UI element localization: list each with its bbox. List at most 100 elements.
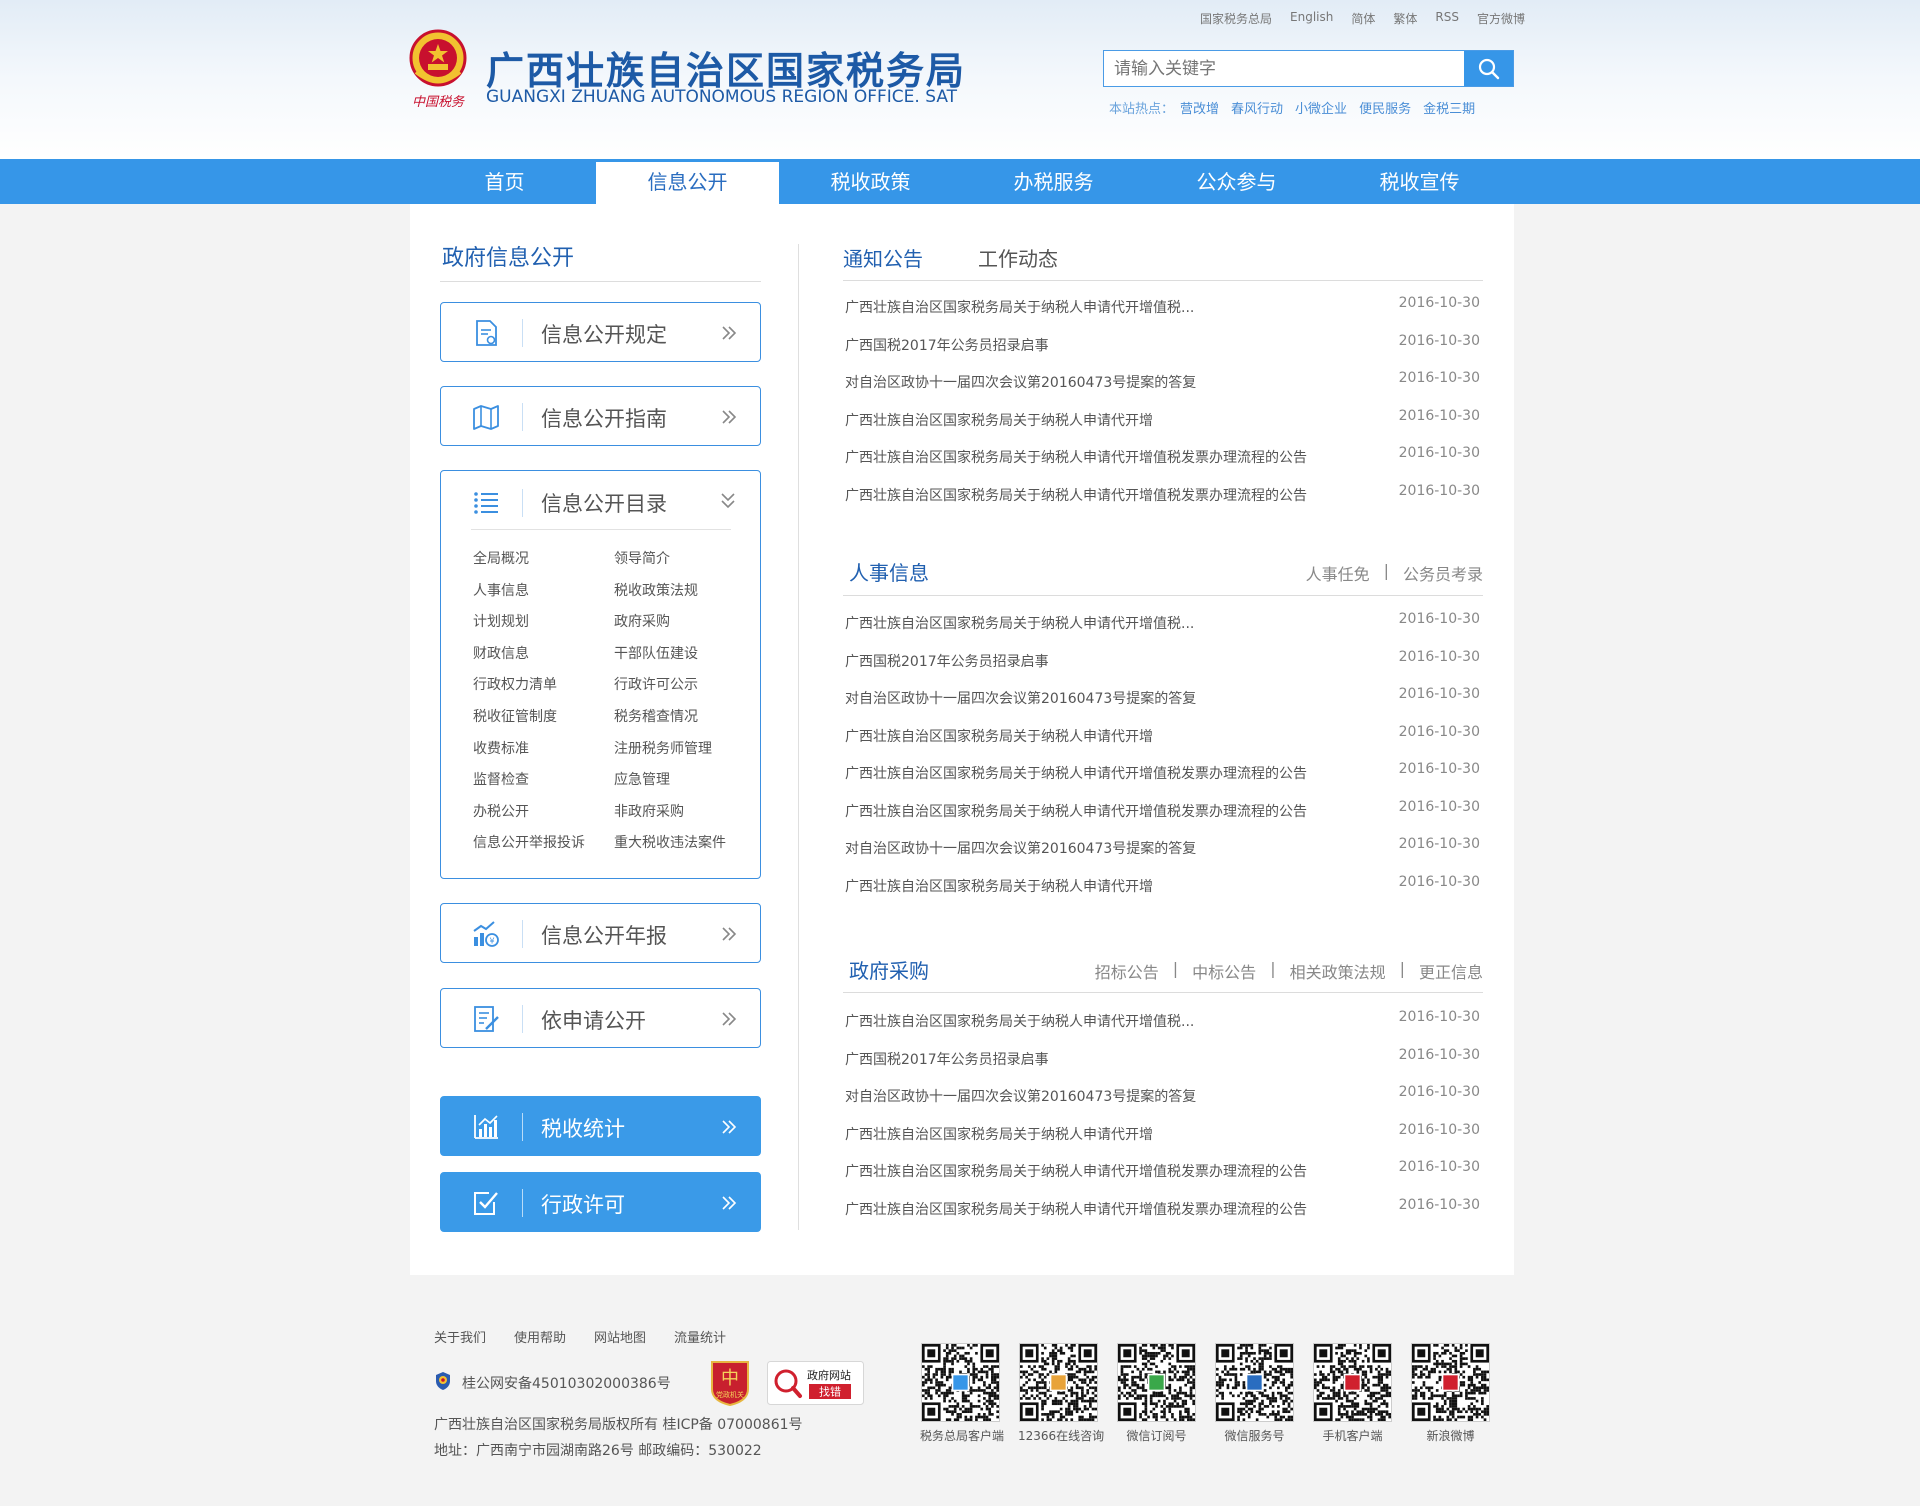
list-item[interactable]: 广西壮族自治区国家税务局关于纳税人申请代开增值税发票办理流程的公告 2016-10… bbox=[845, 476, 1483, 514]
catalog-item[interactable]: 干部队伍建设 bbox=[614, 645, 743, 663]
qr-item[interactable]: 税务总局客户端 bbox=[920, 1343, 1004, 1444]
footer-link[interactable]: 使用帮助 bbox=[514, 1327, 566, 1346]
section-link[interactable]: 人事任免 bbox=[1306, 561, 1370, 585]
catalog-item[interactable]: 税收政策法规 bbox=[614, 582, 743, 600]
qr-item[interactable]: 新浪微博 bbox=[1410, 1343, 1491, 1444]
list-item[interactable]: 广西壮族自治区国家税务局关于纳税人申请代开增值税发票办理流程的公告 2016-10… bbox=[845, 754, 1483, 792]
footer-link[interactable]: 网站地图 bbox=[594, 1327, 646, 1346]
catalog-item[interactable]: 重大税收违法案件 bbox=[614, 834, 743, 852]
section-link[interactable]: 中标公告 bbox=[1192, 959, 1256, 983]
top-link[interactable]: RSS bbox=[1435, 10, 1459, 27]
chevron-double-down-icon[interactable] bbox=[718, 491, 738, 513]
list-item[interactable]: 广西壮族自治区国家税务局关于纳税人申请代开增 2016-10-30 bbox=[845, 1115, 1483, 1153]
list-item[interactable]: 广西壮族自治区国家税务局关于纳税人申请代开增值税... 2016-10-30 bbox=[845, 1002, 1483, 1040]
nav-item-tax-service[interactable]: 办税服务 bbox=[962, 159, 1145, 204]
catalog-item[interactable]: 财政信息 bbox=[473, 645, 614, 663]
catalog-item[interactable]: 税收征管制度 bbox=[473, 708, 614, 726]
top-link[interactable]: 官方微博 bbox=[1477, 10, 1525, 27]
catalog-label[interactable]: 信息公开目录 bbox=[541, 488, 667, 518]
sidebar-btn-guide[interactable]: 信息公开指南 bbox=[440, 386, 761, 446]
police-record[interactable]: 桂公网安备45010302000386号 bbox=[462, 1373, 671, 1393]
sidebar-btn-admin-permit[interactable]: 行政许可 bbox=[440, 1172, 761, 1232]
catalog-item[interactable]: 办税公开 bbox=[473, 803, 614, 821]
section-link[interactable]: 招标公告 bbox=[1095, 959, 1159, 983]
list-item[interactable]: 对自治区政协十一届四次会议第20160473号提案的答复 2016-10-30 bbox=[845, 679, 1483, 717]
list-item[interactable]: 广西壮族自治区国家税务局关于纳税人申请代开增值税发票办理流程的公告 2016-10… bbox=[845, 438, 1483, 476]
search-box bbox=[1103, 50, 1514, 87]
qr-item[interactable]: 手机客户端 bbox=[1312, 1343, 1393, 1444]
footer-link[interactable]: 关于我们 bbox=[434, 1327, 486, 1346]
sidebar-btn-tax-stats[interactable]: 税收统计 bbox=[440, 1096, 761, 1156]
catalog-item[interactable]: 应急管理 bbox=[614, 771, 743, 789]
top-link[interactable]: 简体 bbox=[1351, 10, 1375, 27]
list-item[interactable]: 广西壮族自治区国家税务局关于纳税人申请代开增值税发票办理流程的公告 2016-10… bbox=[845, 1152, 1483, 1190]
section-link[interactable]: 公务员考录 bbox=[1403, 561, 1483, 585]
tab-work-news[interactable]: 工作动态 bbox=[978, 243, 1058, 272]
catalog-item[interactable]: 行政许可公示 bbox=[614, 676, 743, 694]
top-link[interactable]: English bbox=[1290, 10, 1333, 27]
sidebar-btn-rules[interactable]: 信息公开规定 bbox=[440, 302, 761, 362]
list-item[interactable]: 广西国税2017年公务员招录启事 2016-10-30 bbox=[845, 642, 1483, 680]
qr-item[interactable]: 微信服务号 bbox=[1214, 1343, 1295, 1444]
hot-word[interactable]: 营改增 bbox=[1180, 98, 1219, 117]
qr-item[interactable]: 12366在线咨询 bbox=[1018, 1343, 1104, 1444]
list-item[interactable]: 对自治区政协十一届四次会议第20160473号提案的答复 2016-10-30 bbox=[845, 363, 1483, 401]
list-item[interactable]: 广西国税2017年公务员招录启事 2016-10-30 bbox=[845, 326, 1483, 364]
nav-item-tax-policy[interactable]: 税收政策 bbox=[779, 159, 962, 204]
list-item[interactable]: 广西壮族自治区国家税务局关于纳税人申请代开增 2016-10-30 bbox=[845, 867, 1483, 905]
stats-icon bbox=[474, 1115, 498, 1139]
catalog-item[interactable]: 计划规划 bbox=[473, 613, 614, 631]
nav-item-tax-publicity[interactable]: 税收宣传 bbox=[1328, 159, 1511, 204]
divider bbox=[471, 529, 731, 530]
catalog-item[interactable]: 行政权力清单 bbox=[473, 676, 614, 694]
top-link[interactable]: 繁体 bbox=[1393, 10, 1417, 27]
list-item[interactable]: 广西国税2017年公务员招录启事 2016-10-30 bbox=[845, 1040, 1483, 1078]
list-item[interactable]: 广西壮族自治区国家税务局关于纳税人申请代开增 2016-10-30 bbox=[845, 717, 1483, 755]
search-button[interactable] bbox=[1464, 51, 1513, 86]
address: 地址：广西南宁市园湖南路26号 邮政编码：530022 bbox=[434, 1443, 762, 1459]
list-item[interactable]: 广西壮族自治区国家税务局关于纳税人申请代开增 2016-10-30 bbox=[845, 401, 1483, 439]
list-item[interactable]: 广西壮族自治区国家税务局关于纳税人申请代开增值税发票办理流程的公告 2016-10… bbox=[845, 792, 1483, 830]
section-link[interactable]: 相关政策法规 bbox=[1290, 959, 1386, 983]
qr-item[interactable]: 微信订阅号 bbox=[1116, 1343, 1197, 1444]
catalog-item[interactable]: 全局概况 bbox=[473, 550, 614, 568]
sidebar-btn-apply[interactable]: 依申请公开 bbox=[440, 988, 761, 1048]
section-title-procurement[interactable]: 政府采购 bbox=[849, 955, 929, 984]
catalog-item[interactable]: 注册税务师管理 bbox=[614, 740, 743, 758]
gov-site-error-badge[interactable]: 政府网站 找错 bbox=[767, 1361, 864, 1405]
top-link[interactable]: 国家税务总局 bbox=[1200, 10, 1272, 27]
catalog-item[interactable]: 人事信息 bbox=[473, 582, 614, 600]
catalog-item[interactable]: 监督检查 bbox=[473, 771, 614, 789]
list-item[interactable]: 广西壮族自治区国家税务局关于纳税人申请代开增值税... 2016-10-30 bbox=[845, 604, 1483, 642]
catalog-item[interactable]: 领导简介 bbox=[614, 550, 743, 568]
nav-item-info-disclosure[interactable]: 信息公开 bbox=[596, 159, 779, 204]
tab-notices[interactable]: 通知公告 bbox=[843, 243, 923, 272]
catalog-item[interactable]: 政府采购 bbox=[614, 613, 743, 631]
nav-item-public-participation[interactable]: 公众参与 bbox=[1145, 159, 1328, 204]
item-date: 2016-10-30 bbox=[1398, 370, 1480, 386]
item-title: 广西壮族自治区国家税务局关于纳税人申请代开增值税发票办理流程的公告 bbox=[845, 1164, 1307, 1180]
search-input[interactable] bbox=[1104, 51, 1464, 86]
chevron-double-right-icon bbox=[722, 927, 737, 941]
list-item[interactable]: 对自治区政协十一届四次会议第20160473号提案的答复 2016-10-30 bbox=[845, 1077, 1483, 1115]
link-separator: | bbox=[1399, 959, 1405, 978]
hot-word[interactable]: 便民服务 bbox=[1359, 98, 1411, 117]
section-title-personnel[interactable]: 人事信息 bbox=[849, 557, 929, 586]
list-item[interactable]: 对自治区政协十一届四次会议第20160473号提案的答复 2016-10-30 bbox=[845, 829, 1483, 867]
section-link[interactable]: 更正信息 bbox=[1419, 959, 1483, 983]
catalog-item[interactable]: 信息公开举报投诉 bbox=[473, 834, 614, 852]
footer-link[interactable]: 流量统计 bbox=[674, 1327, 726, 1346]
party-gov-badge[interactable]: 中 党政机关 bbox=[710, 1359, 750, 1406]
catalog-item[interactable]: 非政府采购 bbox=[614, 803, 743, 821]
catalog-item[interactable]: 税务稽查情况 bbox=[614, 708, 743, 726]
list-item[interactable]: 广西壮族自治区国家税务局关于纳税人申请代开增值税发票办理流程的公告 2016-10… bbox=[845, 1190, 1483, 1228]
hot-word[interactable]: 春风行动 bbox=[1231, 98, 1283, 117]
hot-word[interactable]: 金税三期 bbox=[1423, 98, 1475, 117]
hot-word[interactable]: 小微企业 bbox=[1295, 98, 1347, 117]
list-item[interactable]: 广西壮族自治区国家税务局关于纳税人申请代开增值税... 2016-10-30 bbox=[845, 288, 1483, 326]
nav-item-home[interactable]: 首页 bbox=[413, 159, 596, 204]
divider bbox=[522, 1005, 523, 1033]
hot-words: 本站热点： 营改增 春风行动 小微企业 便民服务 金税三期 bbox=[1109, 98, 1475, 117]
sidebar-btn-annual-report[interactable]: ¥ 信息公开年报 bbox=[440, 903, 761, 963]
catalog-item[interactable]: 收费标准 bbox=[473, 740, 614, 758]
